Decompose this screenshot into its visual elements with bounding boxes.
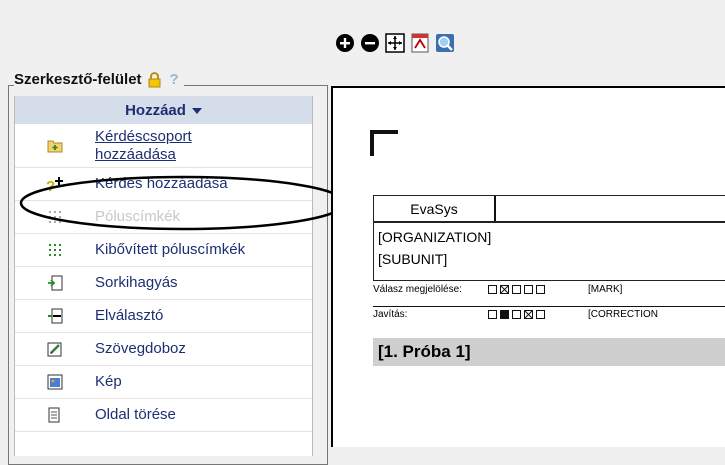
menu-item-label: Póluscímkék xyxy=(95,208,181,225)
pdf-icon xyxy=(411,33,429,53)
mark-row: Válasz megjelölése: [MARK] xyxy=(373,284,622,295)
menu-item-page-break[interactable]: Oldal törése xyxy=(15,399,312,432)
organization-box: [ORGANIZATION] [SUBUNIT] xyxy=(373,222,725,281)
checkbox xyxy=(512,310,521,319)
checkbox xyxy=(488,310,497,319)
fit-page-icon xyxy=(385,33,405,53)
checkbox xyxy=(524,285,533,294)
correction-tag: [CORRECTION xyxy=(588,309,658,320)
zoom-in-button[interactable] xyxy=(334,32,356,54)
checkbox xyxy=(488,285,497,294)
menu-item-add-question[interactable]: ? Kérdés hozzáadása xyxy=(15,168,312,201)
zoom-in-icon xyxy=(336,34,354,52)
preview-button[interactable] xyxy=(434,32,456,54)
menu-item-label: Szövegdoboz xyxy=(95,340,186,357)
editor-panel: Hozzáad Kérdéscsoport hozzáadása ? Kérdé… xyxy=(14,96,313,456)
correction-row: Javítás: [CORRECTION xyxy=(373,309,658,320)
page-break-icon xyxy=(48,407,60,423)
header-row: EvaSys xyxy=(373,195,725,222)
svg-text:?: ? xyxy=(46,178,55,193)
correction-boxes xyxy=(488,310,588,319)
line-skip-icon xyxy=(48,275,63,291)
menu-item-line-skip[interactable]: Sorkihagyás xyxy=(15,267,312,300)
menu-item-label: Sorkihagyás xyxy=(95,274,178,291)
folder-add-icon xyxy=(47,140,63,153)
editor-legend: Szerkesztő-felület ? xyxy=(14,71,184,88)
mark-label: Válasz megjelölése: xyxy=(373,284,462,295)
preview-icon xyxy=(436,34,454,52)
menu-item-label: Kérdéscsoport hozzáadása xyxy=(95,128,192,163)
menu-item-separator[interactable]: Elválasztó xyxy=(15,300,312,333)
organization-line: [ORGANIZATION] xyxy=(378,229,492,245)
textbox-icon xyxy=(47,342,62,357)
separator-icon xyxy=(48,308,63,324)
add-label: Hozzáad xyxy=(125,101,186,119)
editor-title: Szerkesztő-felület xyxy=(14,71,142,88)
subunit-line: [SUBUNIT] xyxy=(378,251,448,267)
extended-pole-labels-icon xyxy=(49,244,61,256)
lock-icon[interactable] xyxy=(148,71,161,88)
pdf-button[interactable] xyxy=(409,32,431,54)
checkbox xyxy=(536,310,545,319)
correction-label: Javítás: xyxy=(373,309,408,320)
add-dropdown[interactable]: Hozzáad xyxy=(15,96,312,125)
question-add-icon: ? xyxy=(46,177,63,193)
checkbox xyxy=(512,285,521,294)
checkbox-filled xyxy=(500,310,509,319)
image-icon xyxy=(47,374,63,390)
header-cell: EvaSys xyxy=(374,196,496,221)
menu-item-image[interactable]: Kép xyxy=(15,366,312,399)
menu-item-label: Elválasztó xyxy=(95,307,164,324)
mark-boxes xyxy=(488,285,588,294)
zoom-out-button[interactable] xyxy=(359,32,381,54)
menu-item-label: Kép xyxy=(95,373,122,390)
menu-item-extended-pole-labels[interactable]: Kibővített póluscímkék xyxy=(15,234,312,267)
menu-item-label: Kérdés hozzáadása xyxy=(95,175,228,192)
help-icon[interactable]: ? xyxy=(170,71,179,88)
divider xyxy=(373,306,725,307)
menu-item-add-question-group[interactable]: Kérdéscsoport hozzáadása xyxy=(15,125,312,168)
zoom-out-icon xyxy=(361,34,379,52)
preview-toolbar xyxy=(334,30,484,56)
menu-item-pole-labels[interactable]: Póluscímkék xyxy=(15,201,312,234)
corner-mark xyxy=(370,130,398,156)
checkbox-marked xyxy=(500,285,509,294)
caret-down-icon xyxy=(191,108,202,114)
menu-item-label: Oldal törése xyxy=(95,406,176,423)
mark-tag: [MARK] xyxy=(588,284,623,295)
form-preview: EvaSys [ORGANIZATION] [SUBUNIT] Válasz m… xyxy=(331,86,725,447)
menu-item-label: Kibővített póluscímkék xyxy=(95,241,246,258)
section-header[interactable]: [1. Próba 1] xyxy=(373,338,725,366)
pole-labels-icon xyxy=(49,211,61,223)
checkbox xyxy=(536,285,545,294)
checkbox-marked xyxy=(524,310,533,319)
menu-item-textbox[interactable]: Szövegdoboz xyxy=(15,333,312,366)
fit-page-button[interactable] xyxy=(384,32,406,54)
